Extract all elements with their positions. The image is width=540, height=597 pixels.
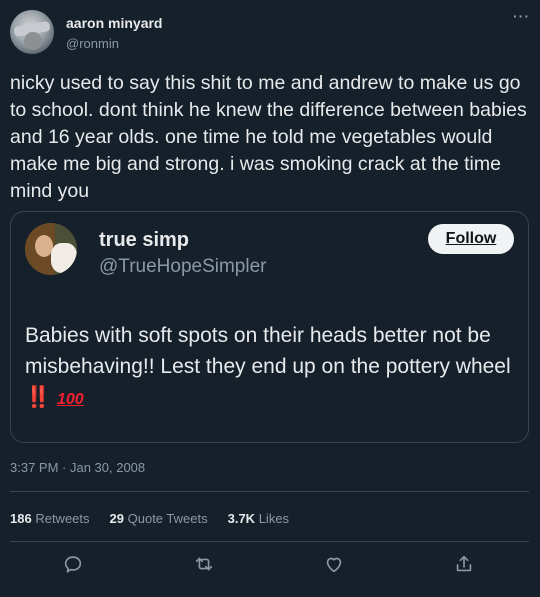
- quoted-text-block: Babies with soft spots on their heads be…: [25, 320, 520, 415]
- likes-count: 3.7K: [227, 511, 256, 526]
- quoted-tweet[interactable]: true simp @TrueHopeSimpler Follow Babies…: [10, 211, 529, 443]
- divider: [10, 541, 529, 542]
- likes-stat[interactable]: 3.7K Likes: [228, 511, 289, 526]
- quoted-text: Babies with soft spots on their heads be…: [25, 324, 511, 378]
- quote-tweets-stat[interactable]: 29 Quote Tweets: [110, 511, 208, 526]
- likes-label: Likes: [258, 511, 290, 526]
- follow-button[interactable]: Follow: [428, 224, 514, 254]
- share-icon[interactable]: [453, 553, 479, 579]
- quoted-handle[interactable]: @TrueHopeSimpler: [99, 256, 266, 278]
- reply-icon[interactable]: [62, 553, 88, 579]
- author-display-name[interactable]: aaron minyard: [66, 15, 162, 31]
- author-handle[interactable]: @ronmin: [66, 36, 119, 51]
- retweets-stat[interactable]: 186 Retweets: [10, 511, 90, 526]
- quoted-avatar[interactable]: [25, 223, 77, 275]
- quote-tweets-label: Quote Tweets: [127, 511, 208, 526]
- action-bar: [0, 553, 540, 579]
- tweet-text: nicky used to say this shit to me and an…: [10, 72, 527, 202]
- retweets-label: Retweets: [35, 511, 90, 526]
- quoted-display-name[interactable]: true simp: [99, 229, 189, 252]
- retweet-icon[interactable]: [193, 553, 219, 579]
- retweets-count: 186: [10, 511, 32, 526]
- tweet: aaron minyard @ronmin ··· nicky used to …: [0, 0, 540, 597]
- more-options-icon[interactable]: ···: [513, 8, 530, 24]
- like-icon[interactable]: [323, 553, 349, 579]
- double-exclamation-emoji: ‼️: [25, 386, 52, 409]
- hundred-points-emoji: 100: [57, 391, 84, 408]
- timestamp[interactable]: 3:37 PM · Jan 30, 2008: [10, 460, 145, 475]
- author-avatar[interactable]: [10, 10, 54, 54]
- divider: [10, 491, 529, 492]
- engagement-stats: 186 Retweets 29 Quote Tweets 3.7K Likes: [10, 511, 309, 526]
- quote-tweets-count: 29: [109, 511, 124, 526]
